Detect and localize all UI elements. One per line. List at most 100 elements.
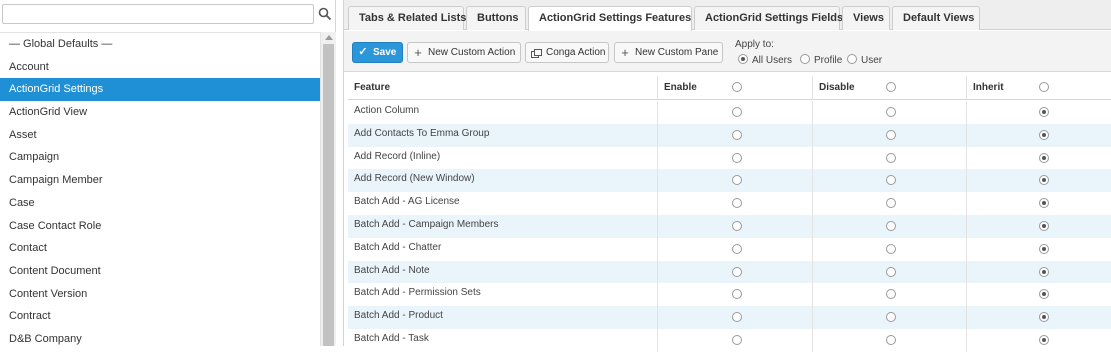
save-button[interactable]: ✓ Save xyxy=(352,42,403,63)
feature-name-cell: Batch Add - AG License xyxy=(348,192,658,215)
column-header-feature[interactable]: Feature xyxy=(348,76,658,100)
tab-default-views[interactable]: Default Views xyxy=(892,6,980,30)
radio-profile[interactable] xyxy=(800,54,810,64)
enable-radio[interactable] xyxy=(732,107,742,117)
inherit-cell xyxy=(967,192,1111,215)
inherit-radio[interactable] xyxy=(1039,107,1049,117)
feature-name-cell: Batch Add - Campaign Members xyxy=(348,215,658,238)
tab-tabs-related-lists[interactable]: Tabs & Related Lists xyxy=(348,6,466,30)
scroll-up-arrow-icon[interactable] xyxy=(325,35,333,40)
object-list-item[interactable]: Content Document xyxy=(0,260,320,283)
disable-all-radio[interactable] xyxy=(886,82,896,92)
disable-cell xyxy=(813,237,967,261)
object-list-item[interactable]: — Global Defaults — xyxy=(0,33,320,56)
object-list-item[interactable]: D&B Company xyxy=(0,328,320,351)
disable-radio[interactable] xyxy=(886,289,896,300)
object-list-item[interactable]: ActionGrid View xyxy=(0,101,320,124)
tab-buttons[interactable]: Buttons xyxy=(466,6,526,30)
checkmark-icon: ✓ xyxy=(358,46,368,58)
object-list-item[interactable]: Case xyxy=(0,192,320,215)
inherit-radio[interactable] xyxy=(1039,198,1049,209)
inherit-radio[interactable] xyxy=(1039,152,1049,163)
enable-radio[interactable] xyxy=(732,335,742,345)
apply-user-option[interactable]: User xyxy=(847,54,882,66)
object-list-item[interactable]: Contract xyxy=(0,305,320,328)
enable-radio[interactable] xyxy=(732,198,742,209)
object-list-scrollbar[interactable] xyxy=(320,32,336,346)
inherit-radio[interactable] xyxy=(1039,221,1049,231)
scroll-thumb[interactable] xyxy=(323,44,334,346)
object-list-item[interactable]: Contact xyxy=(0,237,320,260)
enable-radio[interactable] xyxy=(732,289,742,300)
new-custom-action-button[interactable]: + New Custom Action xyxy=(407,42,521,63)
tab-actiongrid-settings-features[interactable]: ActionGrid Settings Features xyxy=(528,6,692,31)
feature-name-cell: Batch Add - Task xyxy=(348,329,658,352)
disable-radio[interactable] xyxy=(886,175,896,186)
plus-icon: + xyxy=(414,45,422,60)
features-grid: Feature Enable Disable Inherit Action Co… xyxy=(348,76,1111,352)
inherit-radio[interactable] xyxy=(1039,335,1049,345)
enable-radio[interactable] xyxy=(732,129,742,140)
enable-cell xyxy=(658,283,813,307)
object-list-item[interactable]: Account xyxy=(0,56,320,79)
enable-radio[interactable] xyxy=(732,221,742,231)
radio-all-users[interactable] xyxy=(738,54,748,64)
enable-cell xyxy=(658,260,813,284)
enable-cell xyxy=(658,237,813,261)
inherit-cell xyxy=(967,283,1111,306)
disable-radio[interactable] xyxy=(886,129,896,140)
radio-user[interactable] xyxy=(847,54,857,64)
disable-radio[interactable] xyxy=(886,266,896,277)
grid-header: Feature Enable Disable Inherit xyxy=(348,76,1111,100)
enable-radio[interactable] xyxy=(732,152,742,163)
object-list-item[interactable]: Case Contact Role xyxy=(0,215,320,238)
inherit-radio[interactable] xyxy=(1039,266,1049,277)
table-row: Batch Add - Chatter xyxy=(348,237,1111,261)
enable-all-radio[interactable] xyxy=(732,82,742,92)
disable-radio[interactable] xyxy=(886,198,896,209)
conga-action-button[interactable]: Conga Action xyxy=(525,42,609,63)
inherit-radio[interactable] xyxy=(1039,289,1049,300)
inherit-cell xyxy=(967,101,1111,124)
inherit-radio[interactable] xyxy=(1039,243,1049,254)
apply-to-label: Apply to: xyxy=(735,39,774,50)
enable-cell xyxy=(658,306,813,329)
disable-radio[interactable] xyxy=(886,312,896,323)
disable-radio[interactable] xyxy=(886,243,896,254)
disable-radio[interactable] xyxy=(886,335,896,345)
enable-radio[interactable] xyxy=(732,266,742,277)
disable-radio[interactable] xyxy=(886,152,896,163)
disable-radio[interactable] xyxy=(886,221,896,231)
apply-all-users-option[interactable]: All Users xyxy=(738,54,792,66)
feature-name-cell: Add Record (Inline) xyxy=(348,146,658,170)
new-custom-pane-button[interactable]: + New Custom Pane xyxy=(614,42,723,63)
inherit-all-radio[interactable] xyxy=(1039,82,1049,92)
inherit-radio[interactable] xyxy=(1039,129,1049,140)
apply-profile-option[interactable]: Profile xyxy=(800,54,842,66)
inherit-cell xyxy=(967,238,1111,261)
object-list-item[interactable]: Campaign Member xyxy=(0,169,320,192)
table-row: Batch Add - Campaign Members xyxy=(348,215,1111,238)
enable-radio[interactable] xyxy=(732,175,742,186)
object-list-item[interactable]: Content Version xyxy=(0,283,320,306)
object-list-item[interactable]: Asset xyxy=(0,124,320,147)
feature-name-cell: Batch Add - Permission Sets xyxy=(348,283,658,307)
object-list-item[interactable]: Campaign xyxy=(0,146,320,169)
inherit-radio[interactable] xyxy=(1039,175,1049,186)
enable-radio[interactable] xyxy=(732,243,742,254)
search-icon[interactable] xyxy=(318,7,332,21)
inherit-radio[interactable] xyxy=(1039,312,1049,323)
tab-actiongrid-settings-fields[interactable]: ActionGrid Settings Fields xyxy=(694,6,843,30)
tab-views[interactable]: Views xyxy=(842,6,890,30)
object-list: — Global Defaults — Account ActionGrid Set… xyxy=(0,32,320,346)
enable-cell xyxy=(658,101,813,124)
table-row: Batch Add - Permission Sets xyxy=(348,283,1111,307)
column-header-enable: Enable xyxy=(658,76,813,100)
feature-name-cell: Add Record (New Window) xyxy=(348,169,658,193)
column-header-inherit: Inherit xyxy=(967,76,1111,100)
object-list-item[interactable]: ActionGrid Settings xyxy=(0,78,320,102)
enable-radio[interactable] xyxy=(732,312,742,323)
disable-radio[interactable] xyxy=(886,107,896,117)
object-search-input[interactable] xyxy=(2,4,314,24)
disable-cell xyxy=(813,306,967,329)
